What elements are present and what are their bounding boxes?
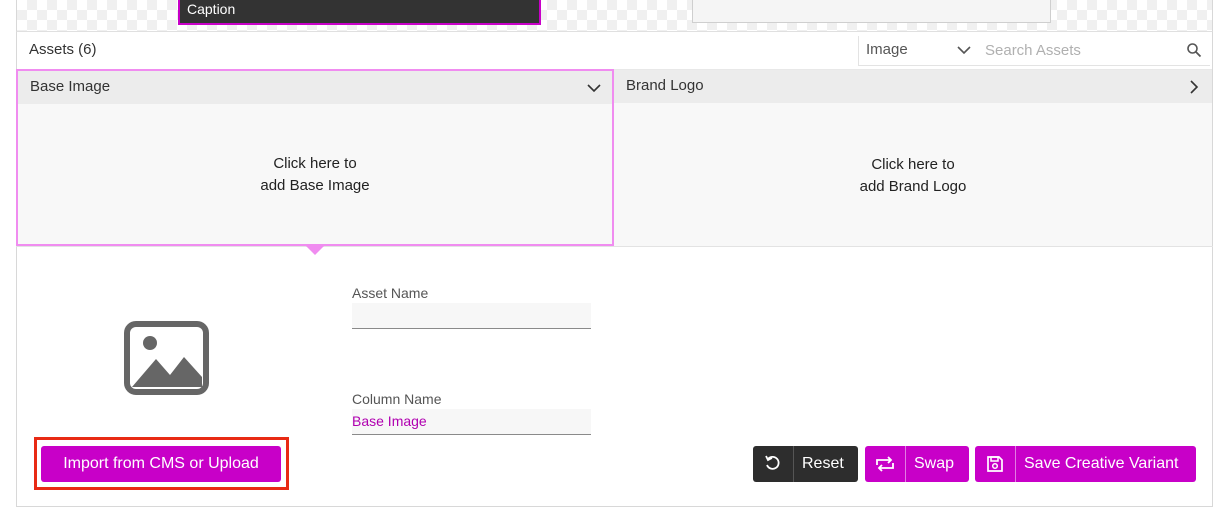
- selection-pointer: [305, 245, 325, 255]
- asset-name-field[interactable]: [352, 303, 591, 329]
- add-asset-prompt-line1: Click here to: [273, 155, 357, 172]
- asset-name-label: Asset Name: [352, 285, 429, 301]
- section-divider: [16, 246, 1213, 247]
- chevron-down-icon[interactable]: [586, 80, 602, 96]
- import-from-cms-button[interactable]: Import from CMS or Upload: [41, 446, 281, 482]
- search-assets-input[interactable]: [978, 36, 1210, 66]
- save-icon: [975, 446, 1016, 482]
- assets-title: Assets (6): [29, 41, 97, 58]
- add-asset-prompt-line2: add Base Image: [260, 177, 370, 194]
- asset-type-value: Image: [866, 41, 908, 58]
- asset-card-brand-logo[interactable]: Brand Logo Click here to add Brand Logo: [614, 69, 1212, 246]
- asset-card-title: Brand Logo: [626, 77, 704, 94]
- swap-icon: [865, 446, 906, 482]
- asset-card-base-image[interactable]: Base Image Click here to add Base Image: [16, 69, 614, 246]
- asset-card-header[interactable]: Base Image: [18, 71, 612, 104]
- add-asset-prompt[interactable]: Click here to add Brand Logo: [614, 154, 1212, 198]
- save-creative-variant-button[interactable]: Save Creative Variant: [975, 446, 1196, 482]
- add-asset-prompt-line1: Click here to: [871, 156, 955, 173]
- chevron-down-icon[interactable]: [956, 42, 972, 58]
- column-name-value: Base Image: [352, 413, 427, 429]
- asset-card-title: Base Image: [30, 78, 111, 95]
- asset-card-header[interactable]: Brand Logo: [614, 70, 1212, 103]
- reset-button[interactable]: Reset: [753, 446, 858, 482]
- swap-button[interactable]: Swap: [865, 446, 969, 482]
- swap-label: Swap: [914, 455, 955, 472]
- add-asset-prompt[interactable]: Click here to add Base Image: [18, 153, 612, 197]
- chevron-right-icon[interactable]: [1186, 79, 1202, 95]
- reset-label: Reset: [802, 455, 844, 472]
- preview-layer-box[interactable]: [692, 0, 1051, 23]
- column-name-field[interactable]: Base Image: [352, 409, 591, 435]
- caption-label: Caption: [187, 1, 236, 17]
- search-icon[interactable]: [1186, 42, 1202, 58]
- undo-icon: [753, 446, 794, 482]
- caption-layer[interactable]: Caption: [178, 0, 541, 25]
- column-name-label: Column Name: [352, 391, 442, 407]
- add-asset-prompt-line2: add Brand Logo: [859, 178, 967, 195]
- save-label: Save Creative Variant: [1024, 455, 1179, 472]
- image-placeholder-icon: [124, 321, 209, 395]
